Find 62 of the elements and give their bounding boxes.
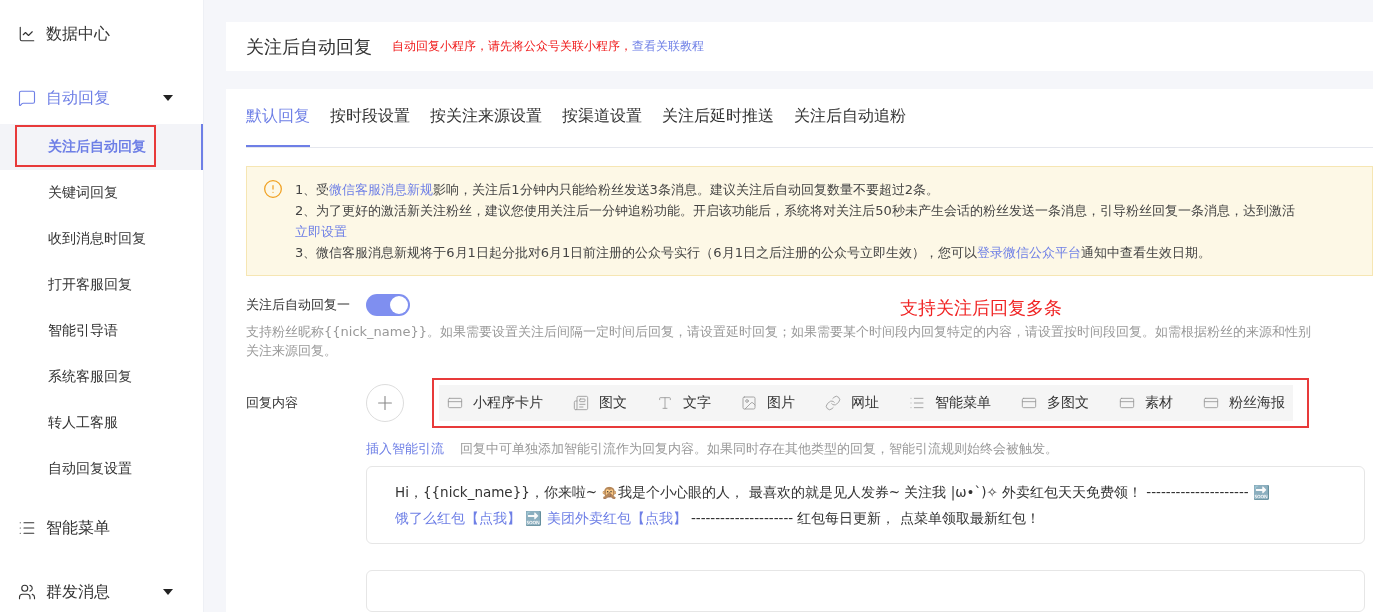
type-button[interactable]: 多图文 [1021, 394, 1089, 412]
card-icon [1203, 395, 1219, 411]
type-button[interactable]: 小程序卡片 [447, 394, 543, 412]
tutorial-link[interactable]: 查看关联教程 [632, 39, 704, 53]
image-icon [741, 395, 757, 411]
list-icon [909, 395, 925, 411]
type-button[interactable]: 智能菜单 [909, 394, 991, 412]
tab[interactable]: 关注后延时推送 [662, 106, 774, 147]
tab[interactable]: 按渠道设置 [562, 106, 642, 147]
line-chart-icon [18, 25, 36, 43]
notice-line: 2、为了更好的激活新关注粉丝，建议您使用关注后一分钟追粉功能。开启该功能后，系统将对关注后50秒未产生会话的粉丝发送一条消息，引导粉丝回复一条消息，达到激活 [295, 202, 1295, 220]
text-link[interactable]: 美团外卖红包【点我】 [546, 510, 687, 526]
annotation-text: 支持关注后回复多条 [900, 296, 1062, 320]
text-link[interactable]: 微信客服消息新规 [329, 182, 434, 197]
notice-text: 自动回复小程序，请先将公众号关联小程序，查看关联教程 [392, 38, 704, 55]
page-title: 关注后自动回复 [246, 34, 372, 59]
list-icon [18, 519, 36, 537]
sidebar-item[interactable]: 群发消息 [0, 572, 203, 612]
tab[interactable]: 关注后自动追粉 [794, 106, 906, 147]
card-icon [1021, 395, 1037, 411]
type-button[interactable]: 网址 [825, 394, 879, 412]
sidebar-subitem[interactable]: 收到消息时回复 [0, 216, 203, 262]
insert-link[interactable]: 插入智能引流 [366, 440, 444, 458]
article-icon [573, 395, 589, 411]
sidebar-subitem[interactable]: 关键词回复 [0, 170, 203, 216]
sidebar-subitem[interactable]: 系统客服回复 [0, 354, 203, 400]
notice-line: 1、受微信客服消息新规影响，关注后1分钟内只能给粉丝发送3条消息。建议关注后自动回复数量不要超过2条。 [295, 181, 941, 199]
card-icon [1119, 395, 1135, 411]
caret-icon [163, 589, 173, 595]
text-icon [657, 395, 673, 411]
tab[interactable]: 按关注来源设置 [430, 106, 542, 147]
type-button[interactable]: 文字 [657, 394, 711, 412]
caret-icon [163, 95, 173, 101]
warning-icon [263, 179, 283, 199]
switch-label: 关注后自动回复一 [246, 296, 350, 314]
add-button[interactable] [366, 384, 404, 422]
message-text: Hi，{{nick_name}}，你来啦~ 🙊我是个小心眼的人， 最喜欢的就是见人发券~ 关注我 |ω•`)✧ 外卖红包天天免费领！ --------------------- 🔜 饿了么红包【点我】 🔜 美团外卖红包【点我】 --------------------- 红包每日更新， 点菜单领取最新红包！ [395, 484, 1270, 526]
sidebar-item[interactable]: 自动回复 [0, 78, 203, 118]
text-link[interactable]: 立即设置 [295, 224, 347, 239]
type-button[interactable]: 粉丝海报 [1203, 394, 1285, 412]
sidebar-item[interactable]: 数据中心 [0, 14, 203, 54]
hint-text: 关注来源回复。 [246, 342, 338, 360]
type-button[interactable]: 图文 [573, 394, 627, 412]
card-icon [447, 395, 463, 411]
sidebar-subitem[interactable]: 智能引导语 [0, 308, 203, 354]
text-link[interactable]: 饿了么红包【点我】 [395, 510, 521, 526]
insert-hint: 回复中可单独添加智能引流作为回复内容。如果同时存在其他类型的回复，智能引流规则始终会被触发。 [460, 440, 1058, 458]
tab[interactable]: 按时段设置 [330, 106, 410, 147]
message-icon [18, 89, 36, 107]
sidebar-subitem[interactable]: 自动回复设置 [0, 446, 203, 492]
text-link[interactable]: 登录微信公众平台 [976, 245, 1081, 260]
type-button[interactable]: 图片 [741, 394, 795, 412]
sidebar-subitem[interactable]: 打开客服回复 [0, 262, 203, 308]
link-icon [825, 395, 841, 411]
notice-line: 3、微信客服消息新规将于6月1日起分批对6月1日前注册的公众号实行（6月1日之后注册的公众号立即生效），您可以登录微信公众平台通知中查看生效日期。 [295, 244, 1212, 262]
tab[interactable]: 默认回复 [246, 106, 310, 147]
field-label: 回复内容 [246, 394, 299, 412]
type-button[interactable]: 素材 [1119, 394, 1173, 412]
users-icon [18, 583, 36, 601]
toggle-switch[interactable] [366, 294, 410, 316]
sidebar-subitem[interactable]: 转人工客服 [0, 400, 203, 446]
sidebar-item[interactable]: 智能菜单 [0, 508, 203, 548]
